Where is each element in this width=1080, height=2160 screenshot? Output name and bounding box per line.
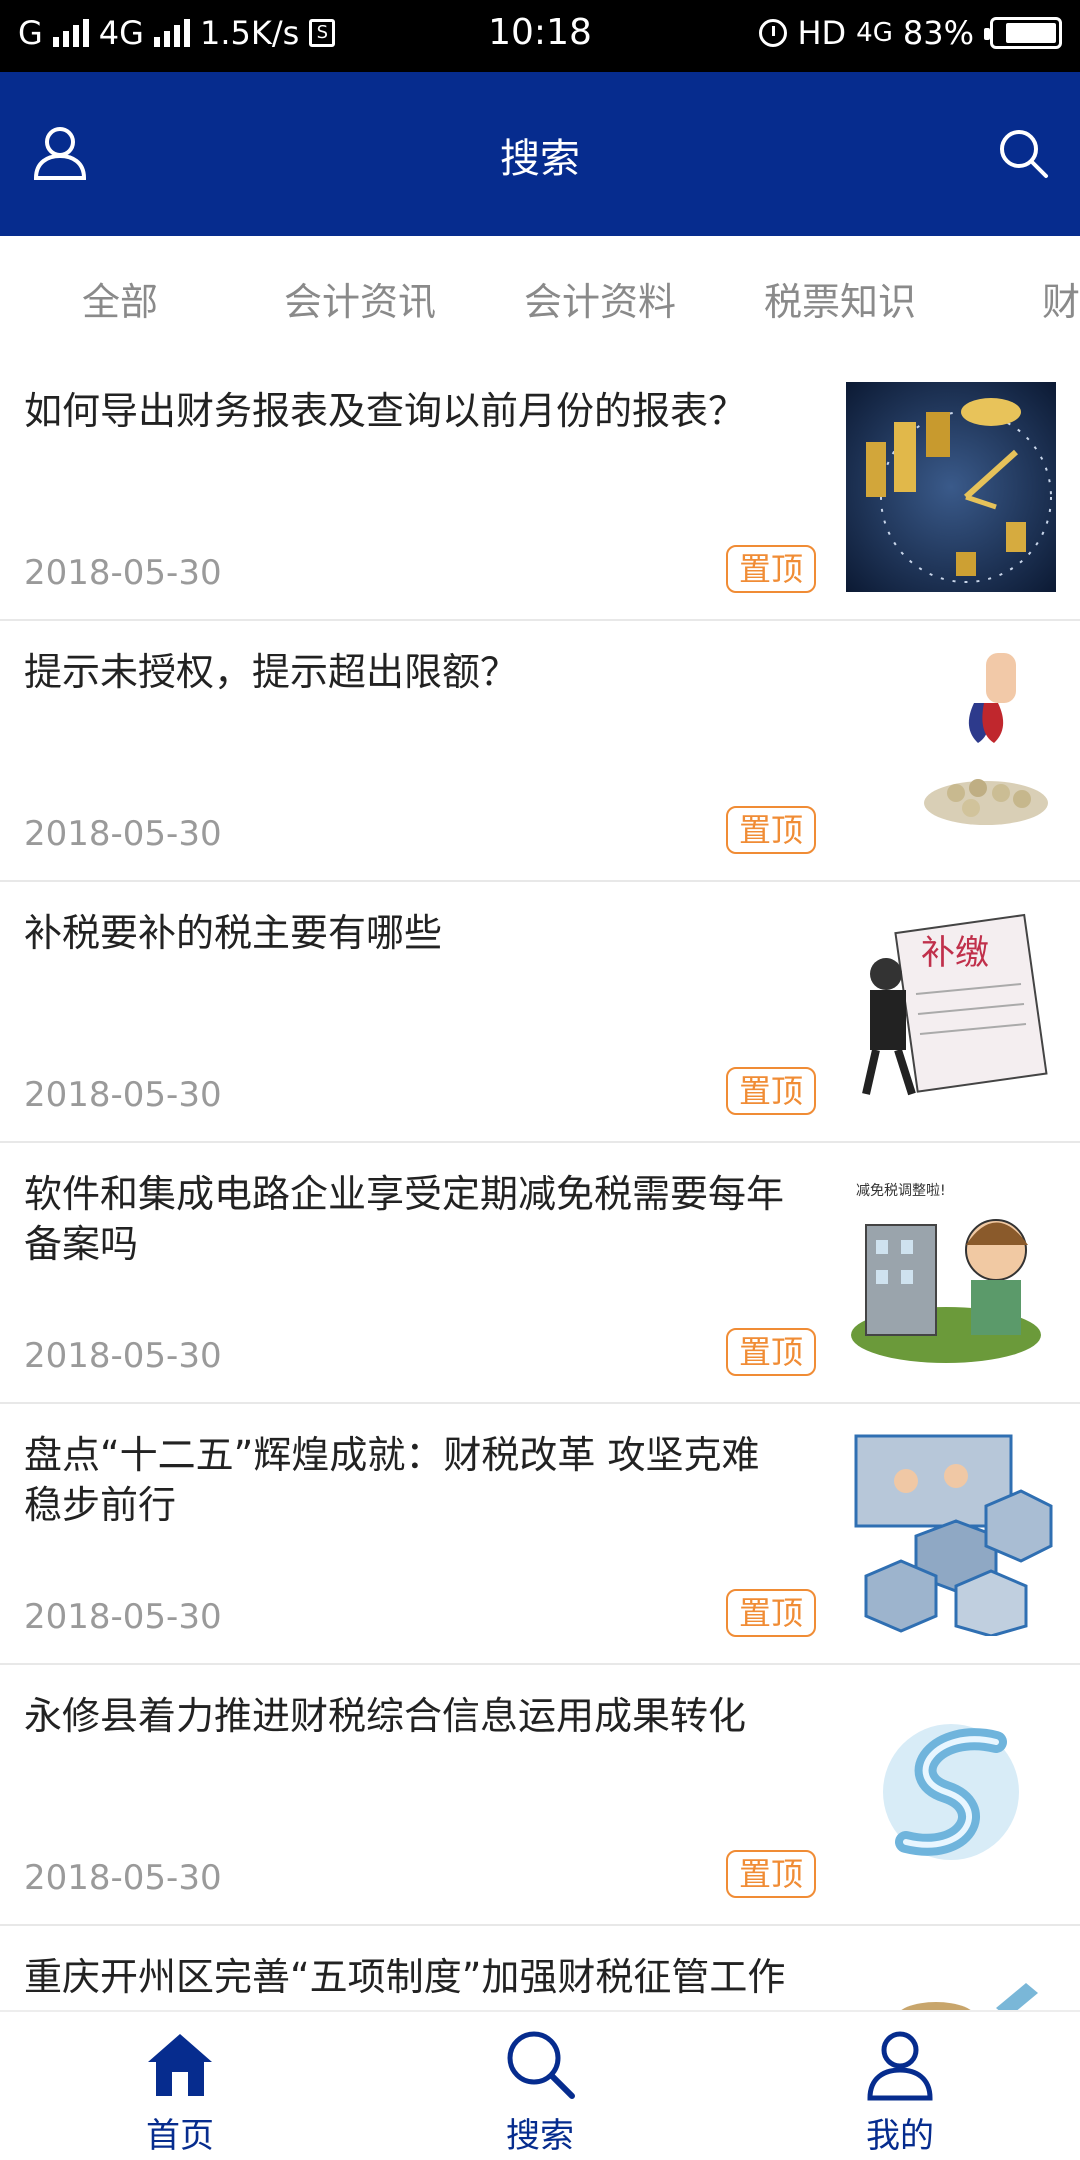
article-date: 2018-05-30: [24, 1597, 222, 1637]
list-item[interactable]: 补税要补的税主要有哪些 2018-05-30 置顶 补缴: [0, 882, 1080, 1143]
list-item[interactable]: 永修县着力推进财税综合信息运用成果转化 2018-05-30 置顶: [0, 1665, 1080, 1926]
nav-home-label: 首页: [146, 2116, 214, 2156]
hd-label: HD: [797, 14, 847, 52]
pinned-badge: 置顶: [726, 806, 816, 854]
network2-label: 4G: [856, 18, 893, 48]
article-thumbnail: [846, 382, 1056, 592]
pinned-badge: 置顶: [726, 545, 816, 593]
tab-finance[interactable]: 财务: [960, 271, 1080, 326]
pinned-badge: 置顶: [726, 1850, 816, 1898]
article-date: 2018-05-30: [24, 814, 222, 854]
article-thumbnail: [846, 1687, 1056, 1897]
article-title: 软件和集成电路企业享受定期减免税需要每年备案吗: [24, 1172, 785, 1266]
article-thumbnail: [846, 1948, 1056, 2010]
article-date: 2018-05-30: [24, 553, 222, 593]
nav-search[interactable]: 搜索: [360, 2012, 720, 2160]
bottom-nav: 首页 搜索 我的: [0, 2010, 1080, 2160]
article-title: 补税要补的税主要有哪些: [24, 911, 443, 955]
article-thumbnail: 减免税调整啦!: [846, 1165, 1056, 1375]
article-title: 盘点“十二五”辉煌成就：财税改革 攻坚克难稳步前行: [24, 1433, 760, 1527]
list-item[interactable]: 如何导出财务报表及查询以前月份的报表？ 2018-05-30 置顶: [0, 360, 1080, 621]
pinned-badge: 置顶: [726, 1328, 816, 1376]
article-title: 永修县着力推进财税综合信息运用成果转化: [24, 1694, 747, 1738]
article-thumbnail: [846, 1426, 1056, 1636]
tab-accounting-news[interactable]: 会计资讯: [240, 271, 480, 326]
page-title: 搜索: [500, 136, 580, 182]
article-date: 2018-05-30: [24, 1336, 222, 1376]
nav-home[interactable]: 首页: [0, 2012, 360, 2160]
article-date: 2018-05-30: [24, 1075, 222, 1115]
list-item[interactable]: 重庆开州区完善“五项制度”加强财税征管工作: [0, 1926, 1080, 2010]
battery-icon: [984, 17, 1062, 49]
nav-profile[interactable]: 我的: [720, 2012, 1080, 2160]
search-icon: [507, 2031, 575, 2099]
tab-all[interactable]: 全部: [0, 271, 240, 326]
svg-text:减免税调整啦!: 减免税调整啦!: [856, 1182, 946, 1199]
nav-profile-label: 我的: [866, 2116, 934, 2156]
article-thumbnail: 补缴: [846, 904, 1056, 1114]
category-tabs: 全部 会计资讯 会计资料 税票知识 财务: [0, 236, 1080, 360]
home-icon: [148, 2034, 212, 2096]
article-list: 如何导出财务报表及查询以前月份的报表？ 2018-05-30 置顶 提示未授权，…: [0, 360, 1080, 2010]
battery-percent: 83%: [902, 14, 974, 52]
article-title: 如何导出财务报表及查询以前月份的报表？: [24, 389, 747, 433]
list-item[interactable]: 软件和集成电路企业享受定期减免税需要每年备案吗 2018-05-30 置顶 减免…: [0, 1143, 1080, 1404]
svg-text:补缴: 补缴: [921, 933, 989, 973]
status-bar: G 4G 1.5K/s S 10:18 HD 4G 83%: [0, 0, 1080, 72]
article-thumbnail: [846, 643, 1056, 853]
article-date: 2018-05-30: [24, 1858, 222, 1898]
status-right: HD 4G 83%: [759, 14, 1062, 52]
tab-tax-knowledge[interactable]: 税票知识: [720, 271, 960, 326]
search-icon[interactable]: [996, 126, 1050, 180]
alarm-icon: [759, 19, 788, 47]
pinned-badge: 置顶: [726, 1589, 816, 1637]
nav-search-label: 搜索: [506, 2116, 574, 2156]
list-item[interactable]: 提示未授权，提示超出限额？ 2018-05-30 置顶: [0, 621, 1080, 882]
tab-accounting-materials[interactable]: 会计资料: [480, 271, 720, 326]
app-header: 搜索: [0, 72, 1080, 236]
list-item[interactable]: 盘点“十二五”辉煌成就：财税改革 攻坚克难稳步前行 2018-05-30 置顶: [0, 1404, 1080, 1665]
article-title: 重庆开州区完善“五项制度”加强财税征管工作: [24, 1955, 786, 1999]
article-title: 提示未授权，提示超出限额？: [24, 650, 519, 694]
pinned-badge: 置顶: [726, 1067, 816, 1115]
profile-icon: [867, 2031, 933, 2101]
